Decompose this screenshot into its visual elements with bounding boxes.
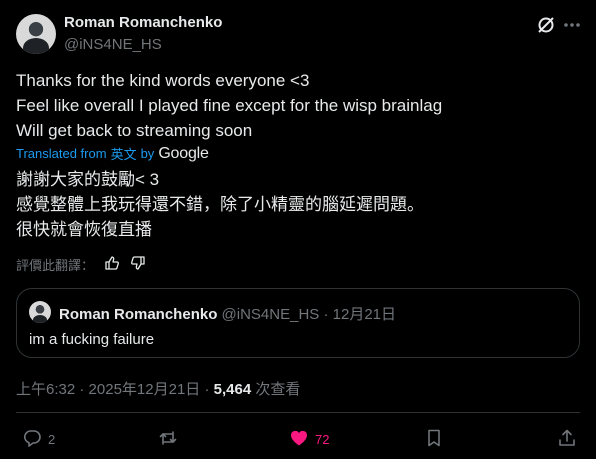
translation-line: 感覺整體上我玩得還不錯，除了小精靈的腦延遲問題。: [16, 195, 424, 214]
translated-language: 英文: [110, 147, 137, 162]
tweet-time[interactable]: 上午6:32: [16, 381, 75, 398]
reply-count: 2: [48, 432, 56, 447]
author-handle[interactable]: @iNS4NE_HS: [64, 36, 162, 53]
quoted-date: 12月21日: [332, 306, 397, 323]
view-label: 次查看: [255, 381, 301, 398]
divider: [16, 412, 580, 413]
quoted-author-avatar: [29, 301, 51, 323]
rate-translation: 評價此翻譯：: [16, 255, 146, 274]
quoted-tweet-header: Roman Romanchenko @iNS4NE_HS · 12月21日: [59, 303, 396, 324]
translated-by: by: [140, 146, 155, 161]
meta-separator: ·: [79, 381, 85, 398]
translated-prefix: Translated from: [16, 146, 107, 161]
thumbs-up-icon[interactable]: [104, 255, 120, 274]
share-button[interactable]: [557, 428, 577, 451]
bookmark-icon: [424, 428, 444, 451]
tweet-text-line: Will get back to streaming soon: [16, 121, 253, 140]
rate-label: 評價此翻譯：: [16, 258, 95, 273]
google-logo: Google: [158, 144, 209, 162]
tweet-text-line: Thanks for the kind words everyone <3: [16, 71, 310, 90]
repost-icon: [158, 428, 178, 451]
share-icon: [557, 428, 577, 451]
author-avatar[interactable]: [16, 14, 56, 54]
reply-icon: [22, 428, 42, 451]
quoted-tweet[interactable]: Roman Romanchenko @iNS4NE_HS · 12月21日 im…: [16, 288, 580, 358]
view-count: 5,464: [213, 381, 252, 398]
quoted-author-handle: @iNS4NE_HS: [221, 306, 320, 323]
repost-button[interactable]: [158, 428, 184, 451]
tweet-meta: 上午6:32 · 2025年12月21日 · 5,464 次查看: [16, 378, 300, 399]
translated-from-google[interactable]: Translated from 英文 by Google: [16, 144, 209, 163]
meta-separator: ·: [204, 381, 210, 398]
more-icon[interactable]: [561, 14, 583, 36]
grok-icon[interactable]: [535, 14, 557, 36]
bookmark-button[interactable]: [424, 428, 444, 451]
quoted-tweet-text: im a fucking failure: [29, 331, 155, 348]
translation-line: 很快就會恢復直播: [16, 220, 152, 239]
like-button[interactable]: 72: [289, 428, 329, 451]
reply-button[interactable]: 2: [22, 428, 55, 451]
heart-icon: [289, 428, 309, 451]
like-count: 72: [315, 432, 330, 447]
thumbs-down-icon[interactable]: [130, 255, 146, 274]
quoted-separator: ·: [323, 306, 329, 323]
translation-line: 謝謝大家的鼓勵< 3: [16, 170, 160, 189]
tweet-date[interactable]: 2025年12月21日: [89, 381, 201, 398]
tweet-text-line: Feel like overall I played fine except f…: [16, 96, 443, 115]
quoted-author-name: Roman Romanchenko: [59, 306, 218, 323]
author-name[interactable]: Roman Romanchenko: [64, 14, 222, 31]
